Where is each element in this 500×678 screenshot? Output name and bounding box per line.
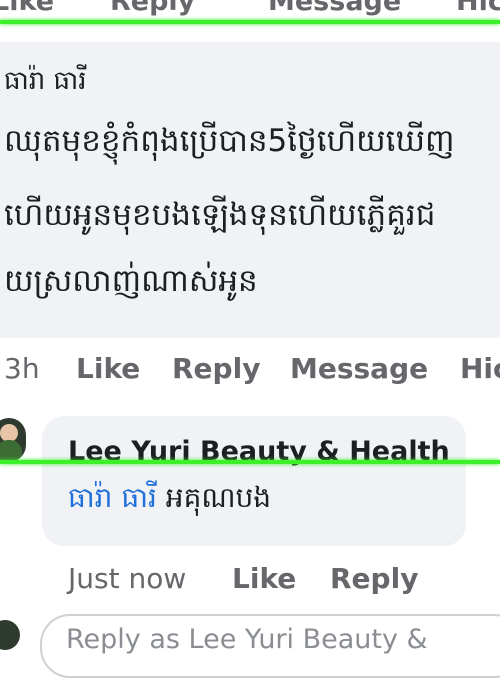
reply-timestamp: Just now	[68, 562, 187, 595]
message-link[interactable]: Message	[290, 352, 428, 385]
comment-text-line-2: ហើយអូនមុខបងឡើងទុនហើយភ្លើគួរជ	[4, 197, 436, 233]
prev-reply-link[interactable]: Reply	[110, 0, 195, 17]
like-link[interactable]: Like	[76, 352, 140, 385]
comment-text-line-3: យស្រលាញ់ណាស់អូន	[4, 263, 258, 299]
reply-text: ធារ៉ា ធារី អគុណបង	[68, 480, 271, 521]
comment-timestamp: 3h	[4, 352, 40, 385]
prev-message-link[interactable]: Message	[268, 0, 401, 17]
reply-input-placeholder: Reply as Lee Yuri Beauty &	[66, 624, 428, 655]
page-avatar[interactable]	[0, 418, 26, 462]
composer-avatar	[0, 620, 20, 650]
reply-message: អគុណបង	[165, 481, 272, 514]
mention-link[interactable]: ធារ៉ា ធារី	[68, 481, 157, 514]
hide-link[interactable]: Hic	[460, 352, 500, 385]
highlight-line-bottom	[0, 460, 500, 464]
comment-text-line-1: ឈុតមុខខ្ញុំកំពុងប្រើបាន5ថ្ងៃហើយឃើញ	[4, 123, 455, 159]
reply-like-link[interactable]: Like	[232, 562, 296, 595]
comment-actions: 3h Like Reply Message Hic	[0, 352, 500, 392]
prev-hide-link[interactable]: Hic	[456, 0, 500, 17]
highlight-line-top	[0, 20, 500, 24]
reply-reply-link[interactable]: Reply	[330, 562, 418, 595]
reply-actions: Just now Like Reply	[0, 562, 500, 602]
prev-like-link[interactable]: Like	[0, 0, 54, 17]
previous-comment-actions: Like Reply Message Hic	[0, 0, 500, 17]
comment-author[interactable]: ធារ៉ា ធារី	[4, 64, 87, 102]
reply-link[interactable]: Reply	[172, 352, 260, 385]
